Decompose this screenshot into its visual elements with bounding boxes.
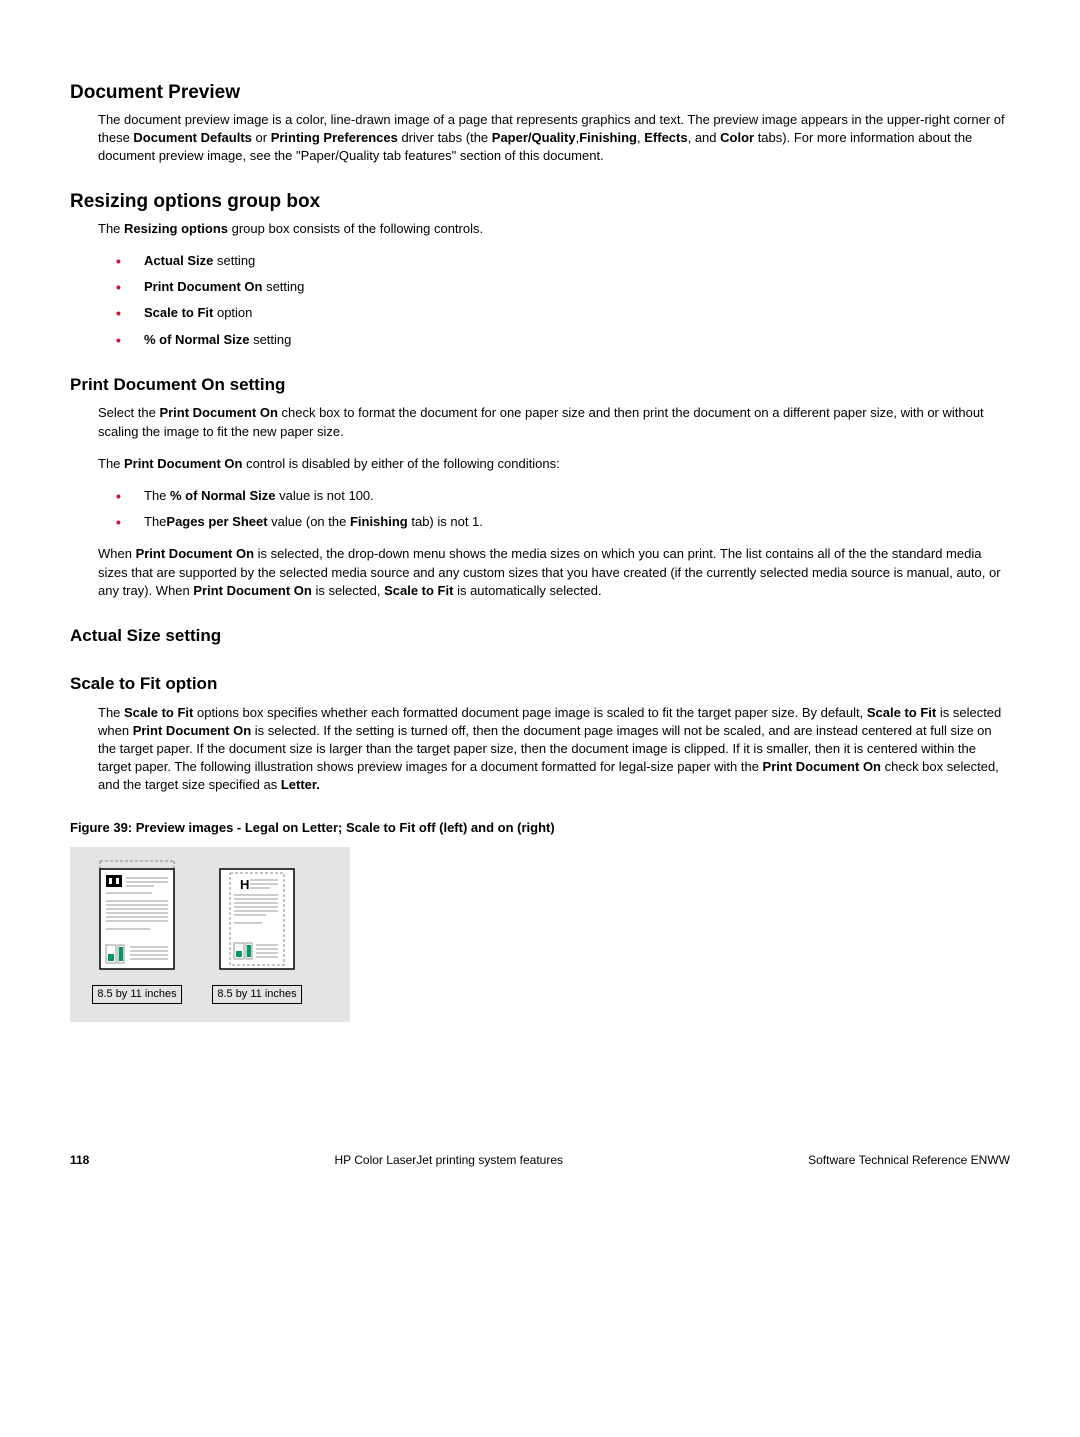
figure-caption: Figure 39: Preview images - Legal on Let… — [70, 819, 1010, 837]
list-item: ThePages per Sheet value (on the Finishi… — [98, 513, 1010, 531]
footer-center: HP Color LaserJet printing system featur… — [334, 1152, 563, 1169]
figure-container: 8.5 by 11 inches H — [70, 847, 350, 1022]
section-scale-to-fit: Scale to Fit option The Scale to Fit opt… — [70, 672, 1010, 795]
body-print-document-on: Select the Print Document On check box t… — [98, 404, 1010, 600]
stf-para: The Scale to Fit options box specifies w… — [98, 704, 1010, 795]
page-preview-left-icon — [92, 859, 182, 979]
list-item: The % of Normal Size value is not 100. — [98, 487, 1010, 505]
section-print-document-on: Print Document On setting Select the Pri… — [70, 373, 1010, 600]
body-document-preview: The document preview image is a color, l… — [98, 111, 1010, 166]
list-item: Scale to Fit option — [98, 304, 1010, 322]
body-resizing-options: The Resizing options group box consists … — [98, 220, 1010, 349]
list-item: % of Normal Size setting — [98, 331, 1010, 349]
pdo-bullet-list: The % of Normal Size value is not 100. T… — [98, 487, 1010, 531]
pdo-para-3: When Print Document On is selected, the … — [98, 545, 1010, 600]
list-item: Print Document On setting — [98, 278, 1010, 296]
section-resizing-options: Resizing options group box The Resizing … — [70, 189, 1010, 349]
pdo-para-1: Select the Print Document On check box t… — [98, 404, 1010, 440]
svg-text:H: H — [240, 877, 249, 892]
list-item: Actual Size setting — [98, 252, 1010, 270]
heading-document-preview: Document Preview — [70, 80, 1010, 107]
heading-actual-size: Actual Size setting — [70, 624, 1010, 648]
heading-print-document-on: Print Document On setting — [70, 373, 1010, 397]
size-label-right: 8.5 by 11 inches — [212, 985, 301, 1004]
preview-right: H 8.5 by 11 inches — [212, 859, 302, 1004]
heading-resizing-options: Resizing options group box — [70, 189, 1010, 216]
page-number: 118 — [70, 1152, 89, 1169]
preview-left: 8.5 by 11 inches — [92, 859, 182, 1004]
body-scale-to-fit: The Scale to Fit options box specifies w… — [98, 704, 1010, 795]
size-label-left: 8.5 by 11 inches — [92, 985, 181, 1004]
resizing-bullet-list: Actual Size setting Print Document On se… — [98, 252, 1010, 349]
pdo-para-2: The Print Document On control is disable… — [98, 455, 1010, 473]
page-preview-right-icon: H — [212, 859, 302, 979]
footer-right: Software Technical Reference ENWW — [808, 1152, 1010, 1169]
section-document-preview: Document Preview The document preview im… — [70, 80, 1010, 165]
resizing-intro: The Resizing options group box consists … — [98, 220, 1010, 238]
doc-preview-paragraph: The document preview image is a color, l… — [98, 111, 1010, 166]
heading-scale-to-fit: Scale to Fit option — [70, 672, 1010, 696]
section-actual-size: Actual Size setting — [70, 624, 1010, 648]
page-footer: 118 HP Color LaserJet printing system fe… — [70, 1152, 1010, 1169]
